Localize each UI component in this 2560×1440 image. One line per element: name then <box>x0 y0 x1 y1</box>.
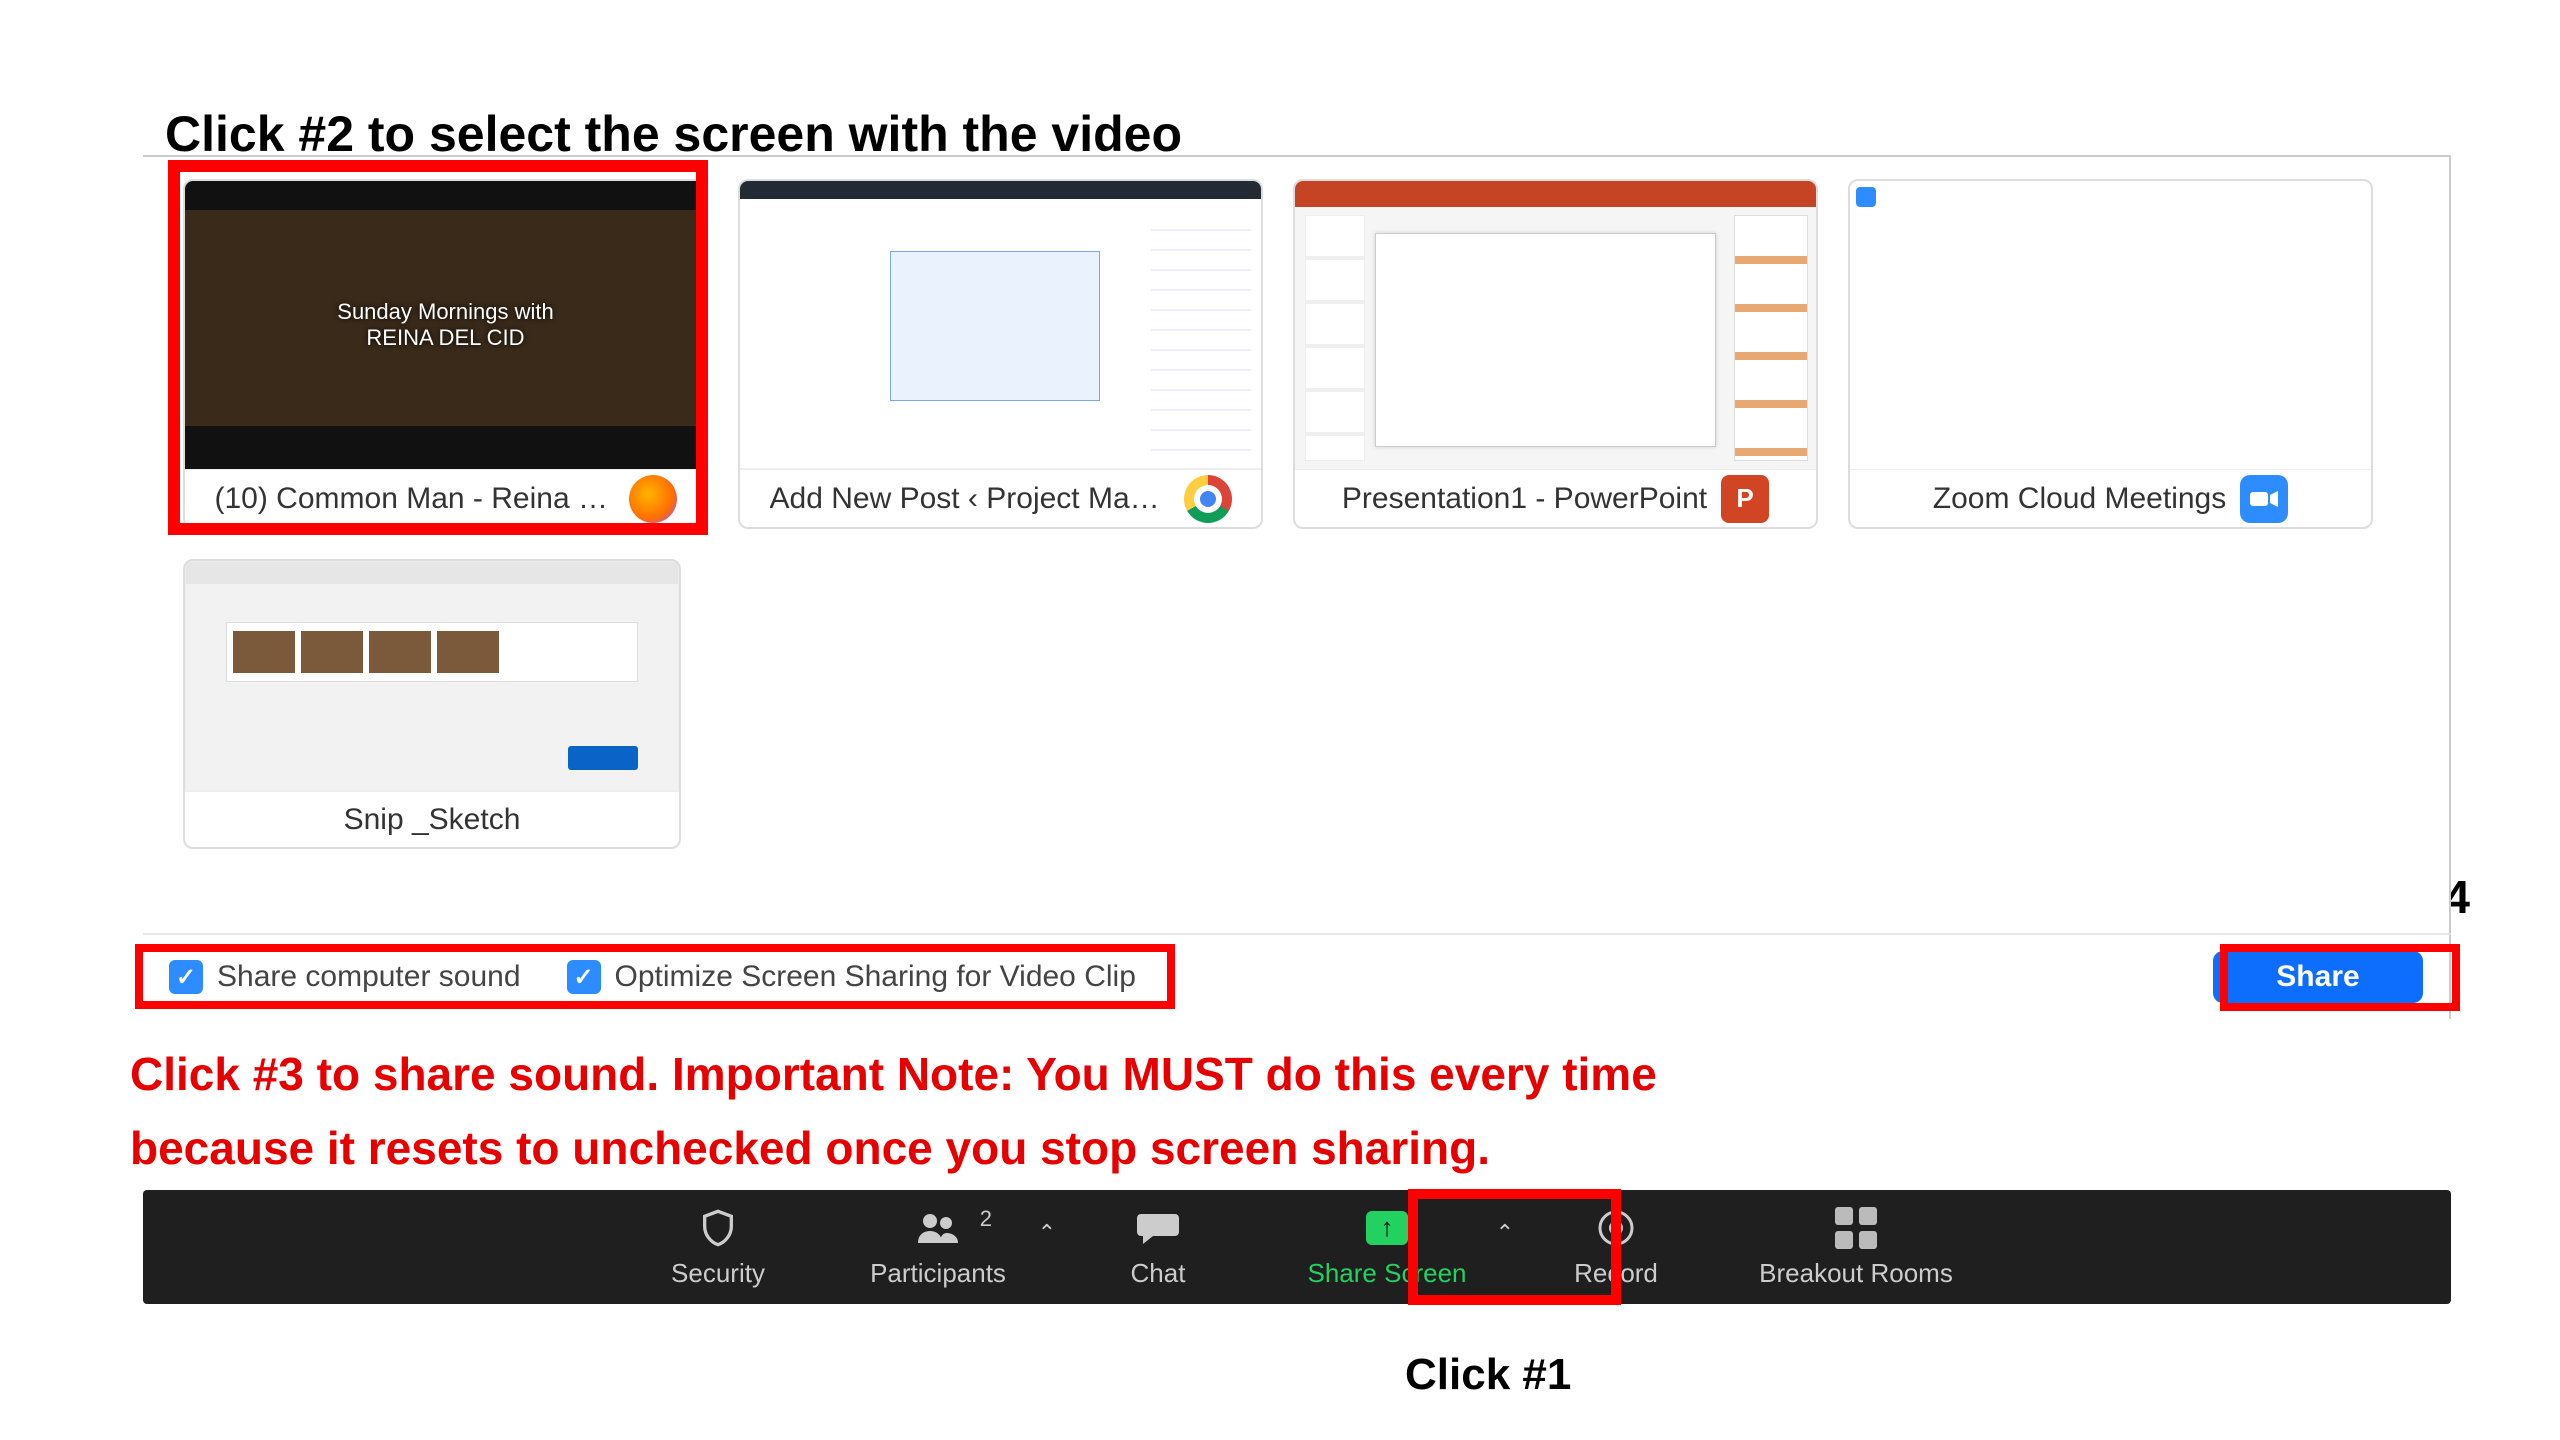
window-tile-powerpoint[interactable]: Presentation1 - PowerPoint P <box>1293 179 1818 529</box>
window-tile-chrome[interactable]: Add New Post ‹ Project Manager ... <box>738 179 1263 529</box>
thumbnail-zoom <box>1850 181 2371 469</box>
optimize-video-checkbox[interactable]: ✓ Optimize Screen Sharing for Video Clip <box>567 960 1136 994</box>
arrow-up-icon: ↑ <box>1366 1211 1408 1245</box>
breakout-icon <box>1834 1206 1878 1250</box>
annotation-click3: Click #3 to share sound. Important Note:… <box>130 1038 1830 1185</box>
participants-icon <box>916 1206 960 1250</box>
window-tile-firefox[interactable]: (10) Common Man - Reina del Ci... <box>183 179 708 529</box>
zoom-toolbar: Security Participants 2 ⌃ Chat ↑ Share S… <box>143 1190 2451 1304</box>
toolbar-label: Share Screen <box>1308 1258 1467 1289</box>
tile-label: (10) Common Man - Reina del Ci... <box>215 482 615 516</box>
firefox-icon <box>629 475 677 523</box>
zoom-icon <box>2240 475 2288 523</box>
optimize-video-label: Optimize Screen Sharing for Video Clip <box>615 960 1136 994</box>
chrome-icon <box>1184 475 1232 523</box>
toolbar-label: Participants <box>870 1258 1006 1289</box>
toolbar-participants[interactable]: Participants 2 ⌃ <box>828 1190 1048 1304</box>
chat-icon <box>1136 1206 1180 1250</box>
tile-label-row: Add New Post ‹ Project Manager ... <box>740 469 1261 527</box>
annotation-click1: Click #1 <box>1405 1350 1571 1400</box>
window-tile-zoom[interactable]: Zoom Cloud Meetings <box>1848 179 2373 529</box>
tile-label: Snip _Sketch <box>344 803 521 837</box>
tile-label: Zoom Cloud Meetings <box>1933 482 2226 516</box>
toolbar-label: Security <box>671 1258 765 1289</box>
toolbar-label: Chat <box>1131 1258 1186 1289</box>
toolbar-label: Record <box>1574 1258 1658 1289</box>
toolbar-share-screen[interactable]: ↑ Share Screen ⌃ <box>1268 1190 1506 1304</box>
shield-icon <box>696 1206 740 1250</box>
tile-label: Presentation1 - PowerPoint <box>1342 482 1707 516</box>
toolbar-record[interactable]: Record <box>1506 1190 1726 1304</box>
tile-label-row: (10) Common Man - Reina del Ci... <box>185 469 706 527</box>
share-button-label: Share <box>2276 960 2359 994</box>
toolbar-label: Breakout Rooms <box>1759 1258 1953 1289</box>
share-sound-checkbox[interactable]: ✓ Share computer sound <box>169 960 521 994</box>
record-icon <box>1594 1206 1638 1250</box>
checkbox-checked-icon: ✓ <box>567 960 601 994</box>
share-screen-icon: ↑ <box>1365 1206 1409 1250</box>
checkbox-checked-icon: ✓ <box>169 960 203 994</box>
tile-label-row: Zoom Cloud Meetings <box>1850 469 2371 527</box>
tile-label-row: Presentation1 - PowerPoint P <box>1295 469 1816 527</box>
toolbar-breakout-rooms[interactable]: Breakout Rooms <box>1726 1190 1986 1304</box>
share-button[interactable]: Share <box>2213 951 2423 1003</box>
participants-count: 2 <box>980 1206 992 1232</box>
share-screen-dialog: (10) Common Man - Reina del Ci... Add Ne… <box>143 155 2451 935</box>
tile-label: Add New Post ‹ Project Manager ... <box>770 482 1170 516</box>
tile-label-row: Snip _Sketch <box>185 791 679 847</box>
window-grid: (10) Common Man - Reina del Ci... Add Ne… <box>143 157 2449 859</box>
window-tile-snip[interactable]: Snip _Sketch <box>183 559 681 849</box>
thumbnail-youtube-firefox <box>185 181 706 469</box>
thumbnail-wordpress-chrome <box>740 181 1261 469</box>
share-dialog-footer: ✓ Share computer sound ✓ Optimize Screen… <box>143 933 2451 1019</box>
toolbar-security[interactable]: Security <box>608 1190 828 1304</box>
thumbnail-powerpoint <box>1295 181 1816 469</box>
toolbar-chat[interactable]: Chat <box>1048 1190 1268 1304</box>
powerpoint-icon: P <box>1721 475 1769 523</box>
share-sound-label: Share computer sound <box>217 960 521 994</box>
thumbnail-snip <box>185 561 679 791</box>
